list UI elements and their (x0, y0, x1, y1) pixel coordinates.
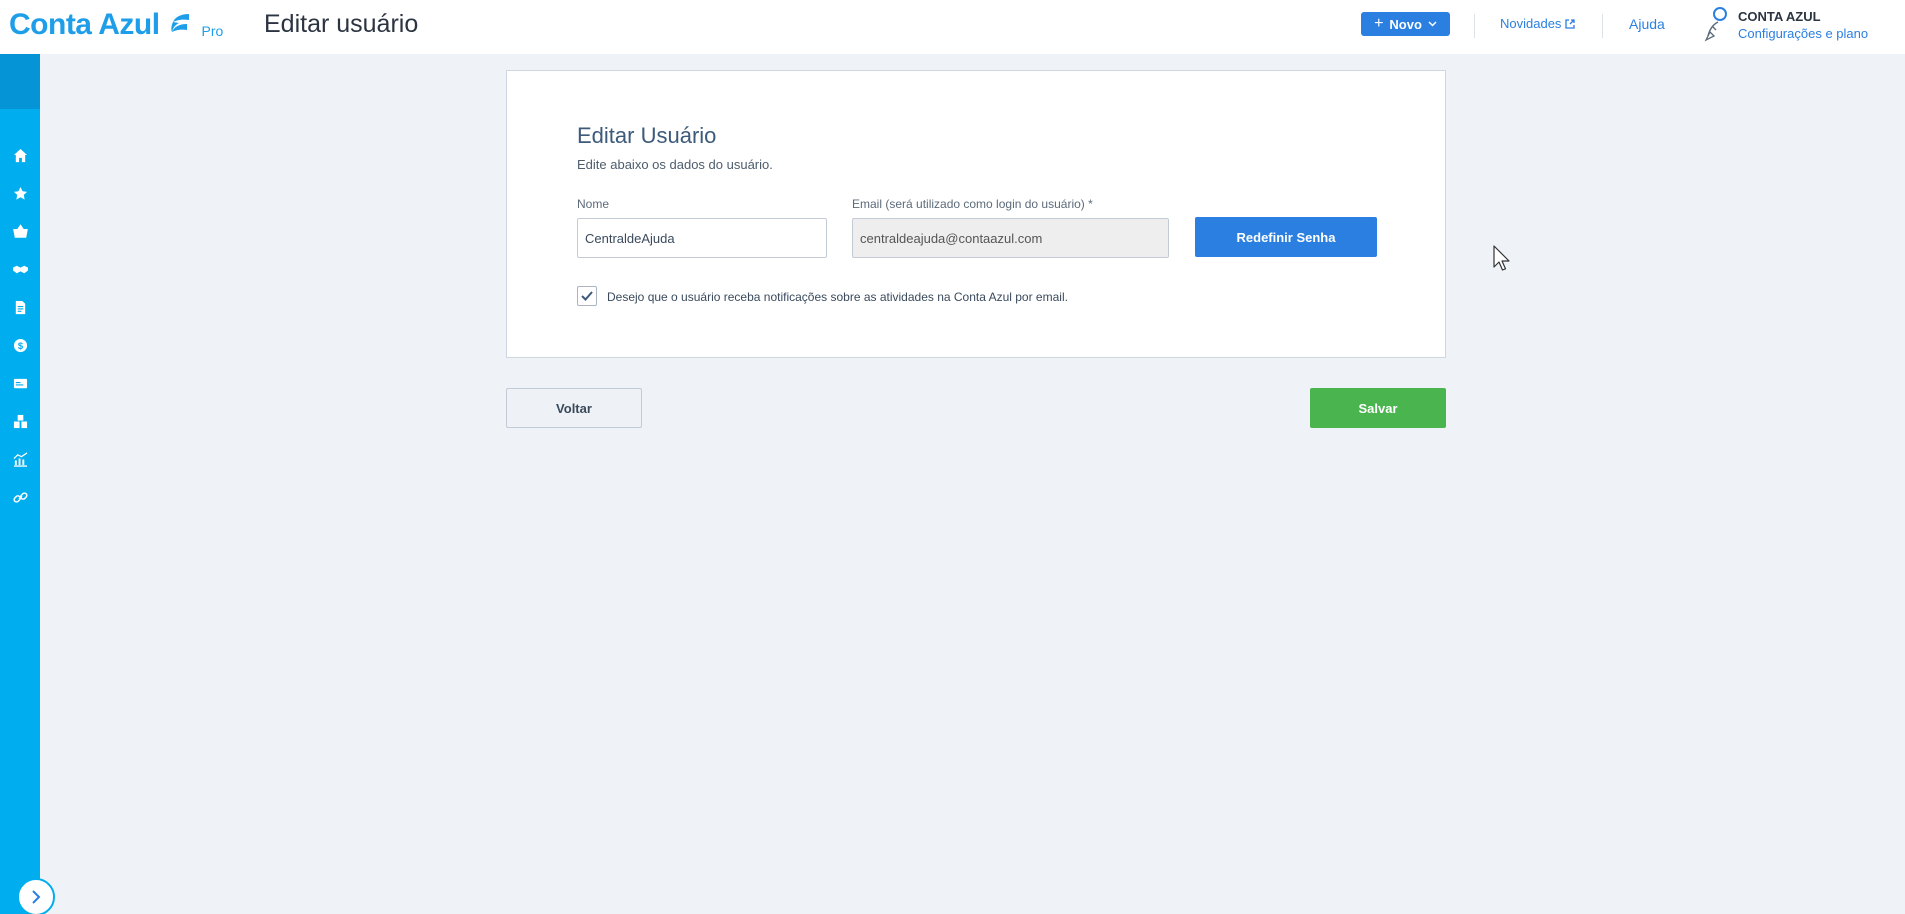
notify-checkbox-label[interactable]: Desejo que o usuário receba notificações… (607, 290, 1068, 304)
brand-mark-icon (170, 14, 189, 32)
notify-checkbox[interactable] (577, 286, 597, 306)
chevron-right-icon (32, 890, 41, 904)
boxes-icon (13, 414, 27, 428)
sidebar-item-cards[interactable] (0, 364, 40, 402)
news-link-label: Novidades (1500, 16, 1562, 31)
svg-text:$: $ (17, 340, 23, 350)
top-header: Conta Azul Pro Editar usuário + Novo Nov… (0, 0, 1905, 54)
page-title: Editar usuário (264, 10, 419, 38)
brand-logo[interactable]: Conta Azul Pro (9, 8, 223, 42)
reset-password-button[interactable]: Redefinir Senha (1195, 217, 1377, 257)
sidebar-item-documents[interactable] (0, 288, 40, 326)
back-button[interactable]: Voltar (506, 388, 642, 428)
handshake-icon (12, 265, 28, 273)
form-title: Editar Usuário (577, 123, 717, 148)
document-icon (15, 300, 25, 314)
account-menu[interactable]: CONTA AZUL Configurações e plano (1700, 6, 1868, 44)
new-button-label: Novo (1389, 16, 1422, 32)
sidebar-header (0, 54, 40, 109)
name-input[interactable]: CentraldeAjuda (577, 218, 827, 258)
link-icon (12, 491, 28, 503)
help-link[interactable]: Ajuda (1629, 16, 1665, 32)
card-icon (13, 378, 27, 388)
brand-name: Conta Azul (9, 8, 160, 41)
external-link-icon (1565, 18, 1576, 29)
save-button[interactable]: Salvar (1310, 388, 1446, 428)
account-name: CONTA AZUL (1738, 9, 1821, 24)
sidebar-item-sales[interactable] (0, 212, 40, 250)
chevron-down-icon (1428, 21, 1437, 27)
chart-icon (13, 451, 27, 467)
plus-icon: + (1374, 15, 1384, 32)
checkmark-icon (581, 291, 593, 301)
account-info: CONTA AZUL Configurações e plano (1738, 8, 1868, 42)
account-avatar-icon (1704, 7, 1727, 42)
new-button[interactable]: + Novo (1361, 12, 1450, 36)
sidebar-item-inventory[interactable] (0, 402, 40, 440)
star-icon (13, 186, 27, 200)
sidebar-item-reports[interactable] (0, 440, 40, 478)
header-divider (1602, 14, 1603, 38)
sidebar-item-home[interactable] (0, 136, 40, 174)
news-link[interactable]: Novidades (1500, 16, 1576, 31)
sidebar-item-integrations[interactable] (0, 478, 40, 516)
name-label: Nome (577, 197, 610, 211)
sidebar-item-contacts[interactable] (0, 250, 40, 288)
header-divider (1474, 14, 1475, 38)
home-icon (13, 148, 27, 162)
form-subtitle: Edite abaixo os dados do usuário. (577, 157, 773, 172)
dollar-icon: $ (13, 338, 27, 352)
sidebar: $ (0, 54, 55, 914)
mouse-cursor-icon (1493, 245, 1510, 271)
email-input: centraldeajuda@contaazul.com (852, 218, 1169, 258)
account-settings-link[interactable]: Configurações e plano (1738, 25, 1868, 42)
brand-tier: Pro (201, 23, 224, 39)
sidebar-expand-button[interactable] (17, 878, 55, 914)
edit-user-card: Editar Usuário Edite abaixo os dados do … (506, 70, 1446, 358)
sidebar-item-favorites[interactable] (0, 174, 40, 212)
email-label: Email (será utilizado como login do usuá… (852, 197, 1093, 211)
sidebar-item-finance[interactable]: $ (0, 326, 40, 364)
basket-icon (12, 223, 28, 238)
